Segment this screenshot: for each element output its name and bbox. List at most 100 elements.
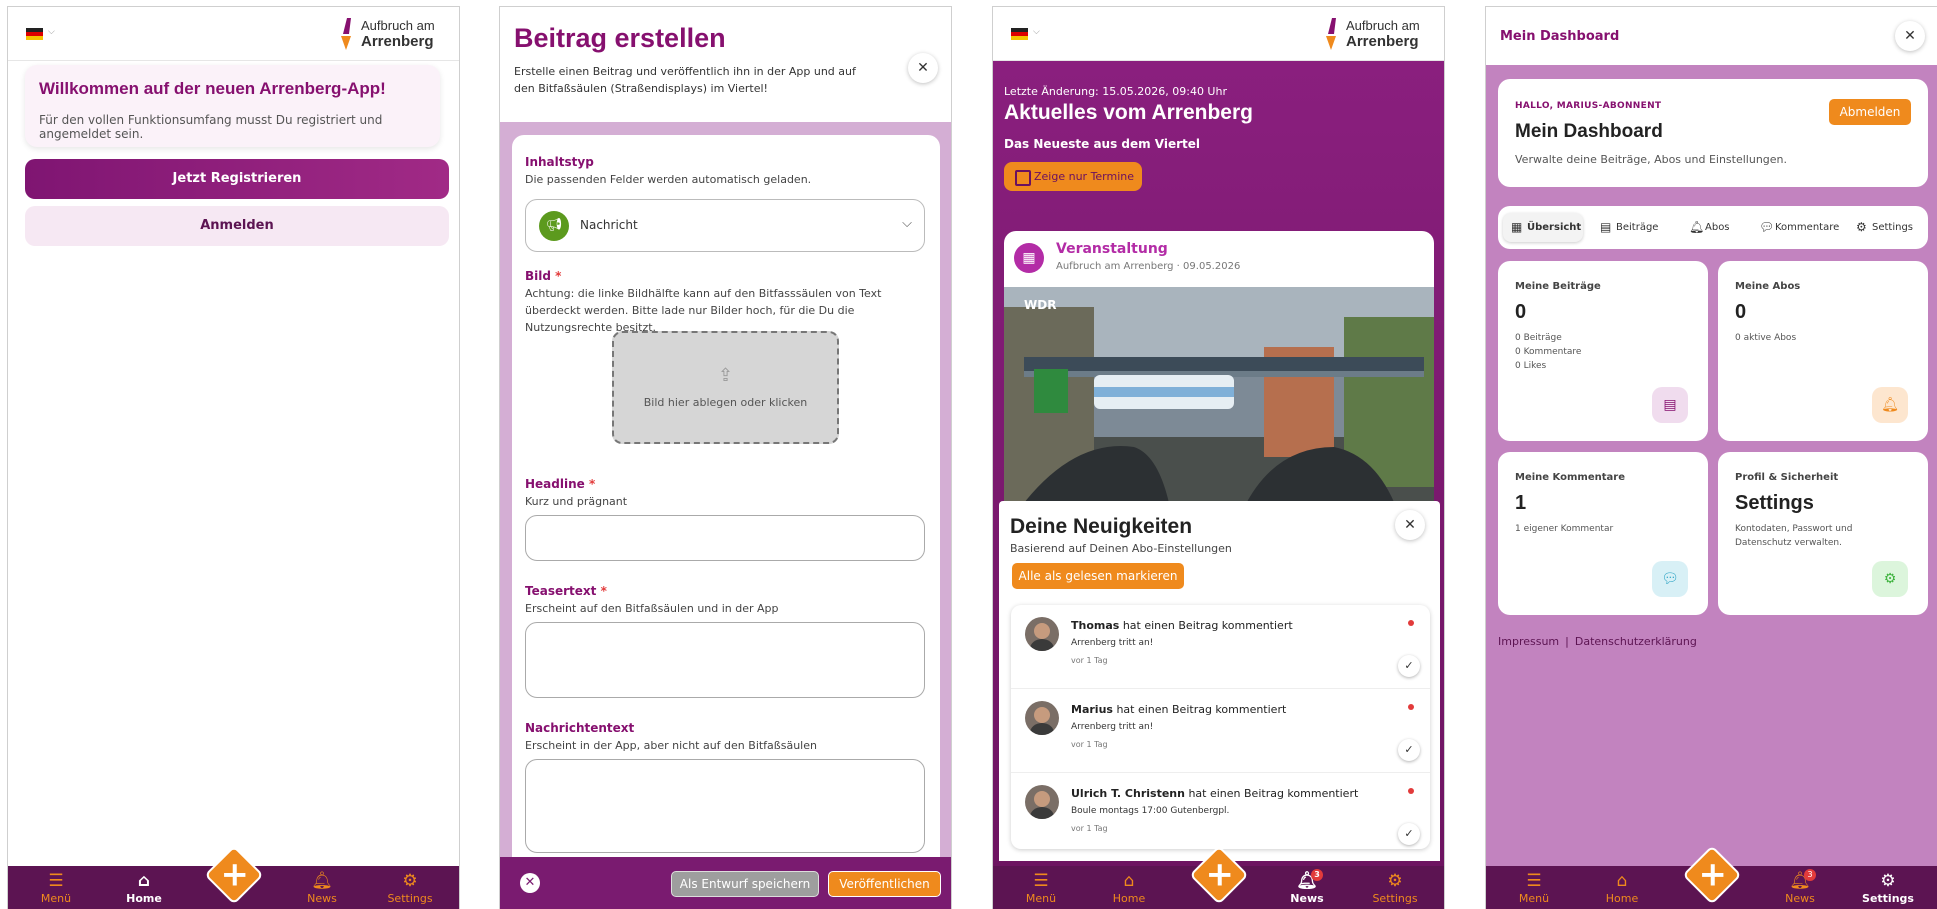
dashboard-title: Mein Dashboard <box>1515 121 1663 142</box>
greeting-text: HALLO, MARIUS-ABONNENT <box>1515 101 1662 111</box>
logo-mark-icon <box>341 18 351 50</box>
image-dropzone[interactable]: ⇪ Bild hier ablegen oder klicken <box>612 331 839 444</box>
body-textarea[interactable] <box>525 759 925 853</box>
nav-news[interactable]: 🔔︎ News <box>292 873 352 906</box>
app-logo[interactable]: Aufbruch am Arrenberg <box>1322 16 1434 52</box>
list-item[interactable]: Thomas hat einen Beitrag kommentiert Arr… <box>1011 605 1430 689</box>
notification-list: Thomas hat einen Beitrag kommentiert Arr… <box>1011 605 1430 849</box>
tab-settings[interactable]: ⚙ Settings <box>1848 213 1924 242</box>
add-post-button[interactable]: + <box>1681 845 1742 905</box>
comments-card[interactable]: Meine Kommentare 1 1 eigener Kommentar 💬… <box>1498 452 1708 615</box>
dashboard-tabs: ▦ Übersicht ▤ Beiträge 🔔︎ Abos 💬︎ Kommentare… <box>1498 206 1928 249</box>
close-button[interactable]: ✕ <box>1895 21 1925 51</box>
menu-icon: ☰ <box>1526 871 1542 891</box>
chevron-down-icon: ⌵ <box>902 216 912 231</box>
dashboard-screen: Mein Dashboard ✕ HALLO, MARIUS-ABONNENT … <box>1485 6 1937 909</box>
list-item[interactable]: Marius hat einen Beitrag kommentiert Arr… <box>1011 689 1430 773</box>
tab-subscriptions[interactable]: 🔔︎ Abos <box>1681 213 1739 242</box>
welcome-text: Für den vollen Funktionsumfang musst Du … <box>39 113 383 141</box>
card-line: Datenschutz verwalten. <box>1735 538 1842 548</box>
content-type-hint: Die passenden Felder werden automatisch … <box>525 173 812 186</box>
mark-read-button[interactable]: ✓ <box>1398 823 1420 845</box>
dropzone-text: Bild hier ablegen oder klicken <box>643 396 808 409</box>
card-line: 0 Beiträge <box>1515 333 1562 343</box>
content-type-value: Nachricht <box>580 218 638 232</box>
headline-hint: Kurz und prägnant <box>525 495 628 508</box>
login-button[interactable]: Anmelden <box>25 206 449 246</box>
card-title: Meine Beiträge <box>1515 281 1601 292</box>
logo-line1: Aufbruch am <box>1346 18 1420 33</box>
privacy-link[interactable]: Datenschutzerklärung <box>1575 635 1697 648</box>
chevron-down-icon[interactable]: ⌵ <box>1033 27 1040 37</box>
image-hint: Achtung: die linke Bildhälfte kann auf d… <box>525 287 882 334</box>
cancel-button[interactable]: ✕ <box>520 873 540 893</box>
unread-dot <box>1408 704 1414 710</box>
event-image: WDR <box>1004 287 1434 531</box>
news-title: Aktuelles vom Arrenberg <box>1004 101 1253 124</box>
notification-text: Thomas hat einen Beitrag kommentiert <box>1071 619 1293 632</box>
bell-icon: 🔔︎ <box>1872 387 1908 423</box>
avatar <box>1025 785 1059 819</box>
tab-comments[interactable]: 💬︎ Kommentare <box>1751 213 1841 242</box>
comment-icon: 💬︎ <box>1759 220 1775 234</box>
tab-overview[interactable]: ▦ Übersicht <box>1503 213 1583 242</box>
close-icon: ✕ <box>917 60 929 76</box>
german-flag-icon[interactable] <box>1011 28 1028 40</box>
subscriptions-card[interactable]: Meine Abos 0 0 aktive Abos 🔔︎ <box>1718 261 1928 441</box>
imprint-link[interactable]: Impressum <box>1498 635 1559 648</box>
headline-input[interactable] <box>525 515 925 561</box>
logo-line2: Arrenberg <box>361 33 434 50</box>
register-button[interactable]: Jetzt Registrieren <box>25 159 449 199</box>
notification-badge: 3 <box>1311 869 1323 881</box>
posts-card[interactable]: Meine Beiträge 0 0 Beiträge 0 Kommentare… <box>1498 261 1708 441</box>
welcome-title: Willkommen auf der neuen Arrenberg-App! <box>39 79 386 98</box>
mark-read-button[interactable]: ✓ <box>1398 739 1420 761</box>
card-line: 0 Likes <box>1515 361 1547 371</box>
nav-menu[interactable]: ☰ Menü <box>1504 871 1564 906</box>
nav-home[interactable]: ⌂ Home <box>1099 873 1159 906</box>
filter-events-toggle[interactable]: Zeige nur Termine <box>1004 162 1142 191</box>
close-panel-button[interactable]: ✕ <box>1395 510 1425 540</box>
nav-settings[interactable]: ⚙ Settings <box>1858 873 1918 906</box>
teaser-label: Teasertext * <box>525 584 607 598</box>
logout-button[interactable]: Abmelden <box>1829 99 1911 125</box>
welcome-screen: ⌵ Aufbruch am Arrenberg Willkommen auf d… <box>7 6 460 909</box>
content-type-select[interactable]: 📢︎ Nachricht ⌵ <box>525 199 925 252</box>
profile-card[interactable]: Profil & Sicherheit Settings Kontodaten,… <box>1718 452 1928 615</box>
last-change-text: Letzte Änderung: 15.05.2026, 09:40 Uhr <box>1004 85 1227 98</box>
megaphone-icon: 📢︎ <box>539 211 569 241</box>
nav-settings[interactable]: ⚙ Settings <box>380 873 440 906</box>
create-post-header: Beitrag erstellen Erstelle einen Beitrag… <box>500 7 951 122</box>
nav-news[interactable]: 🔔︎ News 3 <box>1277 869 1337 905</box>
body-hint: Erscheint in der App, aber nicht auf den… <box>525 739 817 752</box>
event-card[interactable]: ▦ Veranstaltung Aufbruch am Arrenberg · … <box>1004 231 1434 531</box>
list-item[interactable]: Ulrich T. Christenn hat einen Beitrag ko… <box>1011 773 1430 849</box>
card-value: 0 <box>1515 301 1527 323</box>
nav-settings[interactable]: ⚙ Settings <box>1365 873 1425 906</box>
mark-read-button[interactable]: ✓ <box>1398 655 1420 677</box>
document-icon: ▤ <box>1652 387 1688 423</box>
teaser-textarea[interactable] <box>525 622 925 698</box>
nav-home[interactable]: ⌂ Home <box>1592 873 1652 906</box>
chevron-down-icon[interactable]: ⌵ <box>48 27 55 37</box>
german-flag-icon[interactable] <box>26 28 43 40</box>
nav-news[interactable]: 🔔︎ News 3 <box>1770 869 1830 905</box>
notifications-subtitle: Basierend auf Deinen Abo-Einstellungen <box>1010 542 1232 555</box>
plus-icon: + <box>1204 854 1234 895</box>
tab-posts[interactable]: ▤ Beiträge <box>1592 213 1670 242</box>
nav-menu[interactable]: ☰ Menü <box>26 873 86 906</box>
notification-time: vor 1 Tag <box>1071 656 1108 665</box>
mark-all-read-button[interactable]: Alle als gelesen markieren <box>1012 563 1184 589</box>
bottom-nav: ☰ Menü ⌂ Home + 🔔︎ News ⚙ Settings <box>8 845 459 909</box>
close-button[interactable]: ✕ <box>908 53 938 83</box>
nav-home[interactable]: ⌂ Home <box>114 871 174 906</box>
app-logo[interactable]: Aufbruch am Arrenberg <box>337 16 449 52</box>
add-post-button[interactable]: + <box>203 845 264 905</box>
nav-menu[interactable]: ☰ Menü <box>1011 873 1071 906</box>
notifications-title: Deine Neuigkeiten <box>1010 515 1193 538</box>
home-icon: ⌂ <box>137 871 151 891</box>
card-line: 0 aktive Abos <box>1735 333 1797 343</box>
publish-button[interactable]: Veröffentlichen <box>828 871 941 897</box>
save-draft-button[interactable]: Als Entwurf speichern <box>671 871 819 897</box>
avatar <box>1025 617 1059 651</box>
